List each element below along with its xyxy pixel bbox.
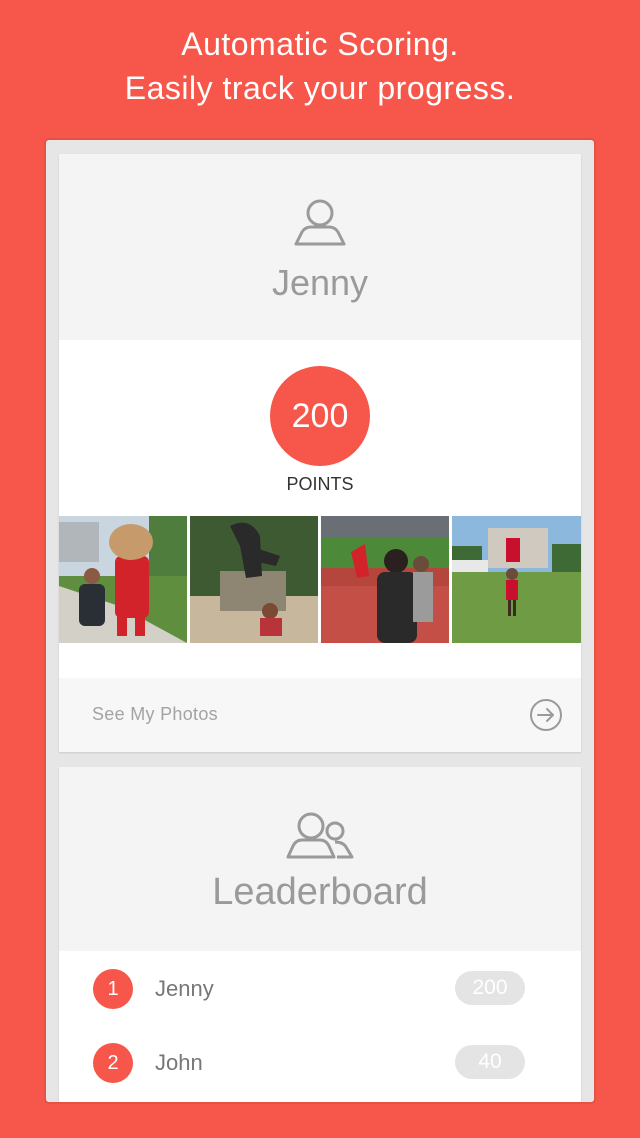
leaderboard-row[interactable]: 1 Jenny 200 — [59, 951, 581, 1025]
photo-strip — [59, 516, 581, 643]
headline-line-1: Automatic Scoring. — [181, 26, 459, 62]
rank-badge: 2 — [93, 1043, 133, 1083]
leaderboard-header: Leaderboard — [59, 767, 581, 951]
arrow-right-circle-icon[interactable] — [529, 698, 563, 732]
score-badge: 200 — [455, 971, 525, 1005]
points-badge: 200 — [270, 366, 370, 466]
points-label: POINTS — [286, 474, 354, 494]
profile-header: Jenny — [59, 154, 581, 340]
score-badge: 40 — [455, 1045, 525, 1079]
photo-campus-lawn[interactable] — [452, 516, 581, 643]
leaderboard-title: Leaderboard — [212, 871, 428, 913]
headline: Automatic Scoring. Easily track your pro… — [0, 22, 640, 110]
headline-line-2: Easily track your progress. — [124, 70, 516, 106]
phone-screen: Jenny 200 POINTS See My Photos Leaderboa… — [46, 140, 594, 1102]
leaderboard-row[interactable]: 2 John 40 — [59, 1025, 581, 1099]
profile-name: Jenny — [271, 262, 369, 303]
photo-stadium[interactable] — [321, 516, 449, 643]
user-icon — [294, 199, 346, 246]
users-icon — [286, 812, 354, 859]
see-my-photos-label: See My Photos — [92, 704, 218, 724]
photo-mascot[interactable] — [59, 516, 187, 643]
player-name: John — [155, 1050, 203, 1075]
photo-statue[interactable] — [190, 516, 318, 643]
leaderboard-card: Leaderboard 1 Jenny 200 2 John 40 — [59, 767, 581, 1102]
player-name: Jenny — [155, 976, 214, 1001]
profile-card: Jenny 200 POINTS See My Photos — [59, 154, 581, 752]
see-my-photos-row[interactable]: See My Photos — [59, 678, 581, 752]
rank-badge: 1 — [93, 969, 133, 1009]
